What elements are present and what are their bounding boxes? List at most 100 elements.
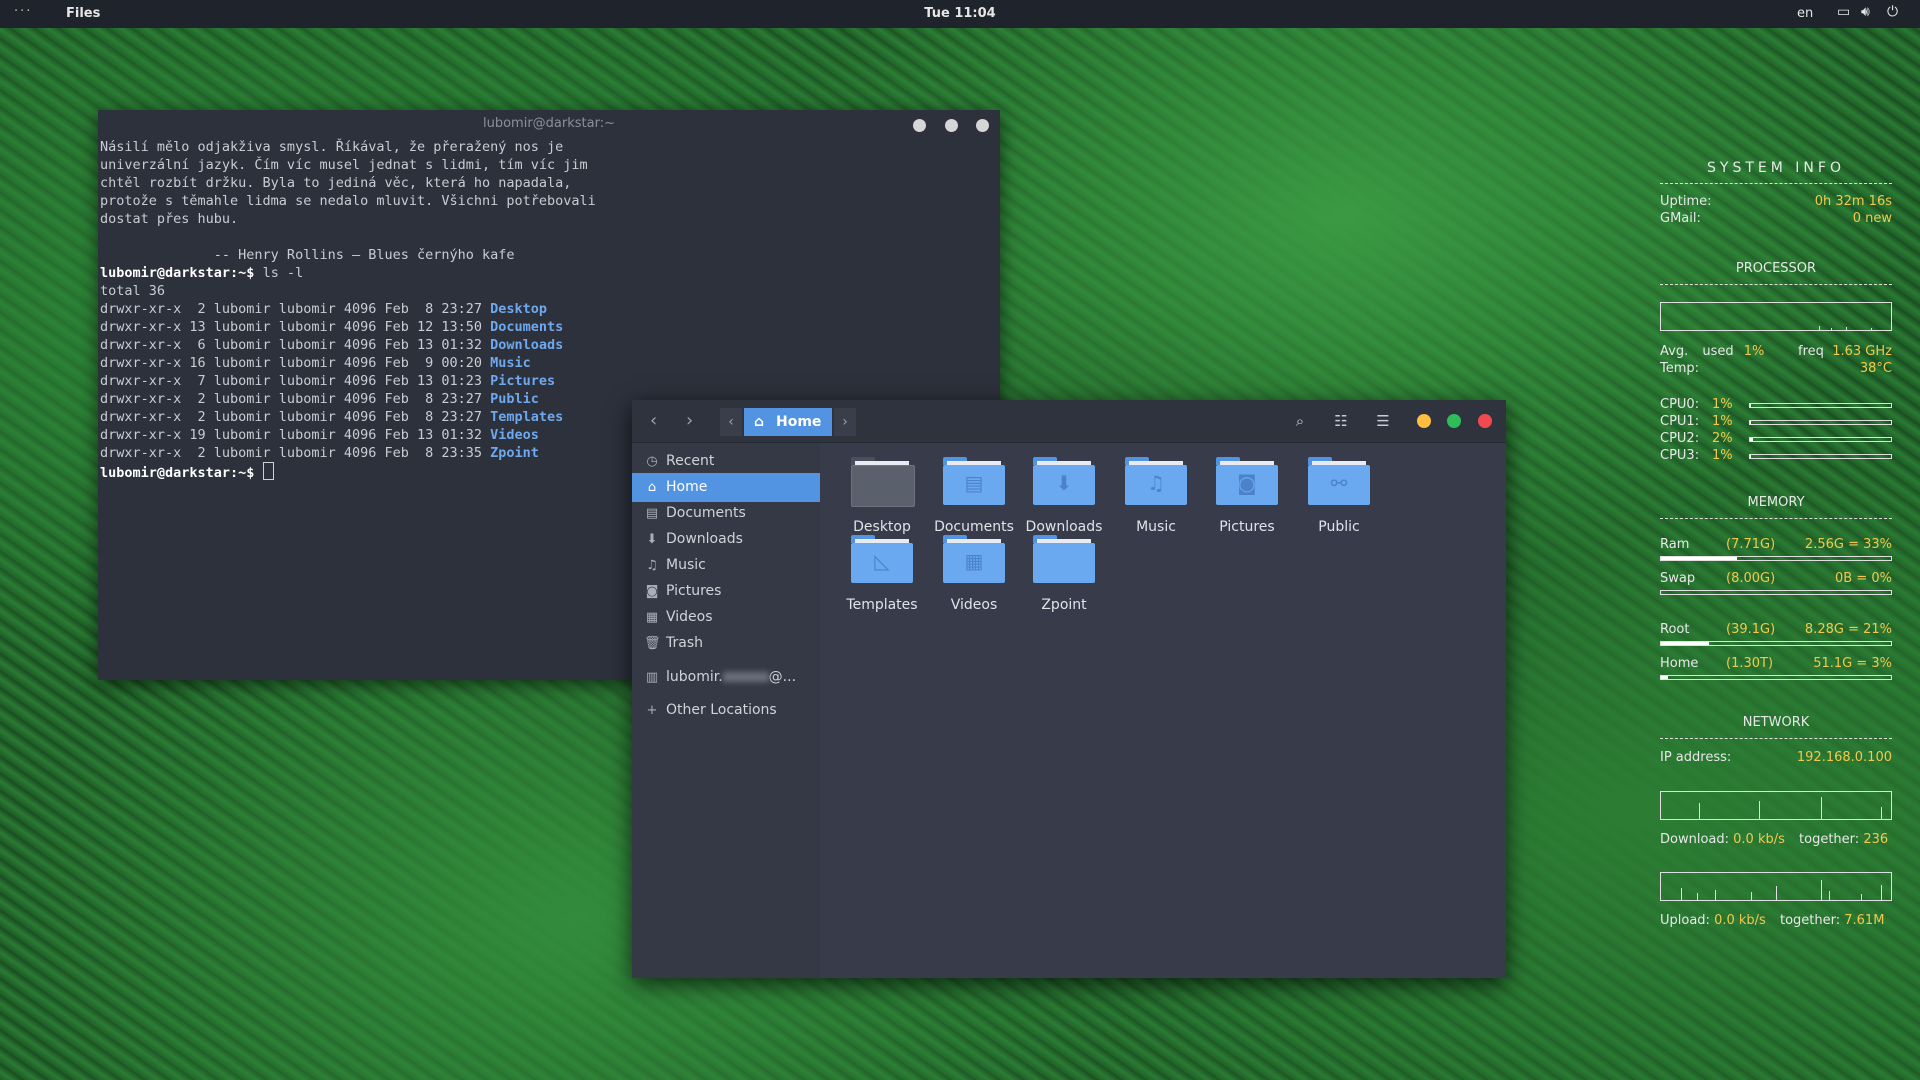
- ram-total: (7.71G): [1726, 537, 1776, 552]
- clock[interactable]: Tue 11:04: [924, 6, 995, 21]
- folder-zpoint[interactable]: Zpoint: [1010, 535, 1118, 613]
- folder-public[interactable]: ⚯ Public: [1285, 457, 1393, 535]
- folder-name: Zpoint: [1041, 597, 1087, 613]
- listing-meta: drwxr-xr-x 7 lubomir lubomir 4096 Feb 13…: [100, 373, 491, 389]
- sidebar-item-pictures[interactable]: ◙ Pictures: [632, 577, 820, 606]
- upload-row: Upload: 0.0 kb/s together: 7.61M: [1660, 913, 1885, 928]
- pathbar-label: Home: [776, 414, 822, 430]
- sidebar-item-recent[interactable]: ◷ Recent: [632, 447, 820, 476]
- quote-line: Násilí mělo odjakživa smysl. Říkával, že…: [100, 139, 564, 155]
- cpu-value: 1%: [1712, 397, 1733, 412]
- cpu-label: CPU0:: [1660, 397, 1700, 412]
- folder-icon: ⬇: [1033, 457, 1095, 505]
- cpu-graph: [1660, 302, 1892, 331]
- download-icon: ⬇: [646, 532, 658, 547]
- sidebar-item-lubomir[interactable]: ▥ lubomir. @...: [632, 663, 820, 692]
- freq-label: freq: [1798, 344, 1824, 359]
- cpu-bar: [1749, 437, 1892, 442]
- listing-dirname: Downloads: [490, 337, 564, 353]
- sidebar-item-videos[interactable]: ▦ Videos: [632, 603, 820, 632]
- folder-icon: [851, 457, 915, 507]
- file-manager-window[interactable]: ‹ › ‹ ⌂ Home › ⌕ ☷ ☰ ◷ Recent ⌂ Home ▤ Docume…: [632, 400, 1506, 978]
- headerbar: ‹ › ‹ ⌂ Home › ⌕ ☷ ☰: [632, 400, 1506, 443]
- pathbar-left-arrow[interactable]: ‹: [720, 408, 742, 436]
- listing-dirname: Public: [490, 391, 539, 407]
- command-text: ls -l: [262, 265, 304, 281]
- listing-dirname: Music: [490, 355, 531, 371]
- sidebar-item-home[interactable]: ⌂ Home: [632, 473, 820, 502]
- gmail-value: 0 new: [1852, 211, 1892, 226]
- minimize-button[interactable]: [913, 119, 926, 132]
- conky-title: SYSTEM INFO: [1707, 160, 1845, 176]
- divider: [1660, 738, 1892, 739]
- menu-icon[interactable]: ☰: [1372, 410, 1394, 432]
- search-icon[interactable]: ⌕: [1289, 410, 1311, 432]
- power-icon[interactable]: ⏻: [1887, 4, 1898, 20]
- quote-attribution: -- Henry Rollins — Blues černýho kafe: [100, 247, 515, 263]
- folder-icon: ▦: [943, 535, 1005, 583]
- freq-value: 1.63 GHz: [1832, 344, 1892, 359]
- redacted-text: [722, 672, 769, 682]
- close-button[interactable]: [1478, 414, 1492, 428]
- sidebar-item-label: Music: [666, 557, 706, 573]
- sidebar-item-music[interactable]: ♫ Music: [632, 551, 820, 580]
- listing-total: total 36: [100, 283, 166, 299]
- sidebar-item-label: Home: [666, 479, 708, 495]
- ram-label: Ram: [1660, 537, 1690, 552]
- plus-icon: +: [646, 703, 658, 718]
- prompt-suffix: :~$: [230, 265, 263, 281]
- swap-used: 0B = 0%: [1835, 571, 1892, 586]
- cpu-label: CPU2:: [1660, 431, 1700, 446]
- cpu-bar: [1749, 420, 1892, 425]
- volume-icon[interactable]: 🔊︎: [1861, 4, 1870, 20]
- maximize-button[interactable]: [1447, 414, 1461, 428]
- download-graph: [1660, 791, 1892, 820]
- file-grid: Desktop ▤ Documents ⬇ Downloads ♫ Music ◙ Pictur…: [820, 443, 1506, 978]
- activities-button[interactable]: ···: [14, 4, 32, 19]
- listing-dirname: Templates: [490, 409, 564, 425]
- folder-icon: ◙: [1216, 457, 1278, 505]
- forward-icon[interactable]: ›: [686, 400, 693, 442]
- sidebar-item-trash[interactable]: 🗑︎ Trash: [632, 629, 820, 658]
- ram-bar: [1660, 556, 1892, 561]
- pathbar-home[interactable]: ⌂ Home: [744, 408, 832, 436]
- sidebar-item-label: Pictures: [666, 583, 722, 599]
- home-label: Home: [1660, 656, 1699, 671]
- upload-graph: [1660, 872, 1892, 901]
- app-menu[interactable]: Files: [66, 6, 100, 21]
- pathbar-right-arrow[interactable]: ›: [834, 408, 856, 436]
- home-used: 51.1G = 3%: [1813, 656, 1892, 671]
- sidebar-item-label: Documents: [666, 505, 746, 521]
- terminal-title: lubomir@darkstar:~: [483, 116, 615, 131]
- maximize-button[interactable]: [945, 119, 958, 132]
- minimize-button[interactable]: [1417, 414, 1431, 428]
- home-icon: ⌂: [647, 480, 657, 495]
- listing-meta: drwxr-xr-x 13 lubomir lubomir 4096 Feb 1…: [100, 319, 491, 335]
- language-indicator[interactable]: en: [1797, 6, 1813, 21]
- document-icon: ▤: [645, 506, 659, 521]
- uptime-value: 0h 32m 16s: [1814, 194, 1892, 209]
- places-sidebar: ◷ Recent ⌂ Home ▤ Documents ⬇ Downloads ♫ Music ◙ P…: [632, 443, 820, 978]
- listing-meta: drwxr-xr-x 2 lubomir lubomir 4096 Feb 8 …: [100, 409, 491, 425]
- divider: [1660, 518, 1892, 519]
- command-line: lubomir@darkstar:~$ ls -l: [100, 264, 1000, 282]
- temp-label: Temp:: [1660, 361, 1700, 376]
- listing-row: drwxr-xr-x 13 lubomir lubomir 4096 Feb 1…: [100, 318, 1000, 336]
- sidebar-item-documents[interactable]: ▤ Documents: [632, 499, 820, 528]
- sidebar-item-downloads[interactable]: ⬇ Downloads: [632, 525, 820, 554]
- listing-row: drwxr-xr-x 6 lubomir lubomir 4096 Feb 13…: [100, 336, 1000, 354]
- back-icon[interactable]: ‹: [650, 400, 657, 442]
- network-heading: NETWORK: [1742, 715, 1810, 730]
- close-button[interactable]: [976, 119, 989, 132]
- ram-used: 2.56G = 33%: [1804, 537, 1892, 552]
- cpu-value: 1%: [1712, 448, 1733, 463]
- quote-line: protože s těmahle lidma se nedalo mluvit…: [100, 193, 596, 209]
- sidebar-item-other-locations[interactable]: + Other Locations: [632, 696, 820, 725]
- divider: [1660, 284, 1892, 285]
- download-row: Download: 0.0 kb/s together: 236: [1660, 832, 1889, 847]
- view-list-icon[interactable]: ☷: [1330, 410, 1352, 432]
- listing-meta: drwxr-xr-x 2 lubomir lubomir 4096 Feb 8 …: [100, 445, 491, 461]
- display-icon[interactable]: ▭: [1837, 4, 1850, 20]
- home-icon: ⌂: [754, 414, 765, 430]
